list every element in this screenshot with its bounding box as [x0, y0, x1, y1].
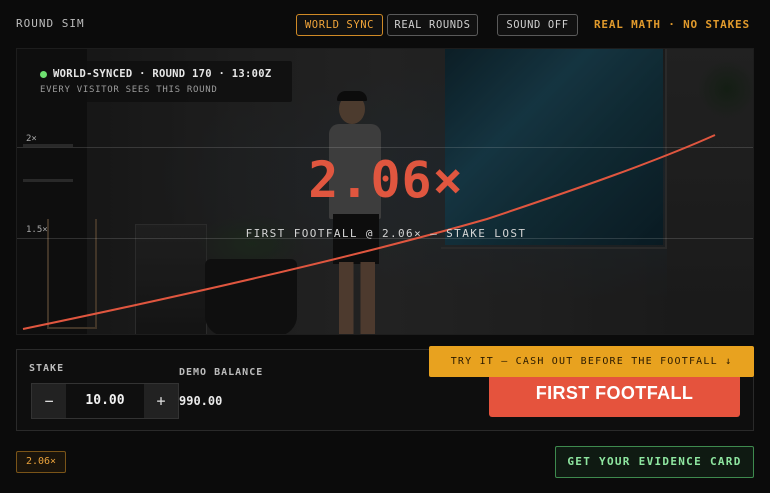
stake-input[interactable] — [66, 384, 144, 418]
round-info-box: WORLD-SYNCED · ROUND 170 · 13:00Z EVERY … — [30, 61, 292, 102]
round-status: WORLD-SYNCED · ROUND 170 · 13:00Z — [53, 68, 272, 80]
tagline: REAL MATH · NO STAKES — [594, 18, 750, 31]
cashout-hint: TRY IT — CASH OUT BEFORE THE FOOTFALL ↓ — [429, 346, 754, 377]
first-footfall-label: FIRST FOOTFALL — [535, 383, 694, 403]
live-status-dot — [40, 71, 47, 78]
current-multiplier: 2.06× — [308, 151, 464, 209]
world-sync-toggle[interactable]: WORLD SYNC — [296, 14, 383, 36]
sound-toggle[interactable]: SOUND OFF — [497, 14, 578, 36]
evidence-card-button[interactable]: GET YOUR EVIDENCE CARD — [555, 446, 754, 478]
real-rounds-toggle[interactable]: REAL ROUNDS — [387, 14, 478, 36]
balance-value: 990.00 — [179, 394, 223, 408]
stake-decrement-button[interactable]: − — [32, 384, 66, 418]
round-history-chip[interactable]: 2.06× — [16, 451, 66, 473]
app-brand: ROUND SIM — [16, 17, 85, 30]
round-stage: 2× 1.5× WORLD-SYNCED · ROUND 170 · 13:00… — [16, 48, 754, 335]
stake-stepper: − + — [31, 383, 179, 419]
first-footfall-button[interactable]: FIRST FOOTFALL — [489, 372, 740, 417]
stake-increment-button[interactable]: + — [144, 384, 178, 418]
balance-label: DEMO BALANCE — [179, 367, 264, 378]
crash-message: FIRST FOOTFALL @ 2.06× — STAKE LOST — [245, 227, 527, 240]
round-status-sub: EVERY VISITOR SEES THIS ROUND — [40, 85, 218, 95]
stake-label: STAKE — [29, 363, 65, 374]
